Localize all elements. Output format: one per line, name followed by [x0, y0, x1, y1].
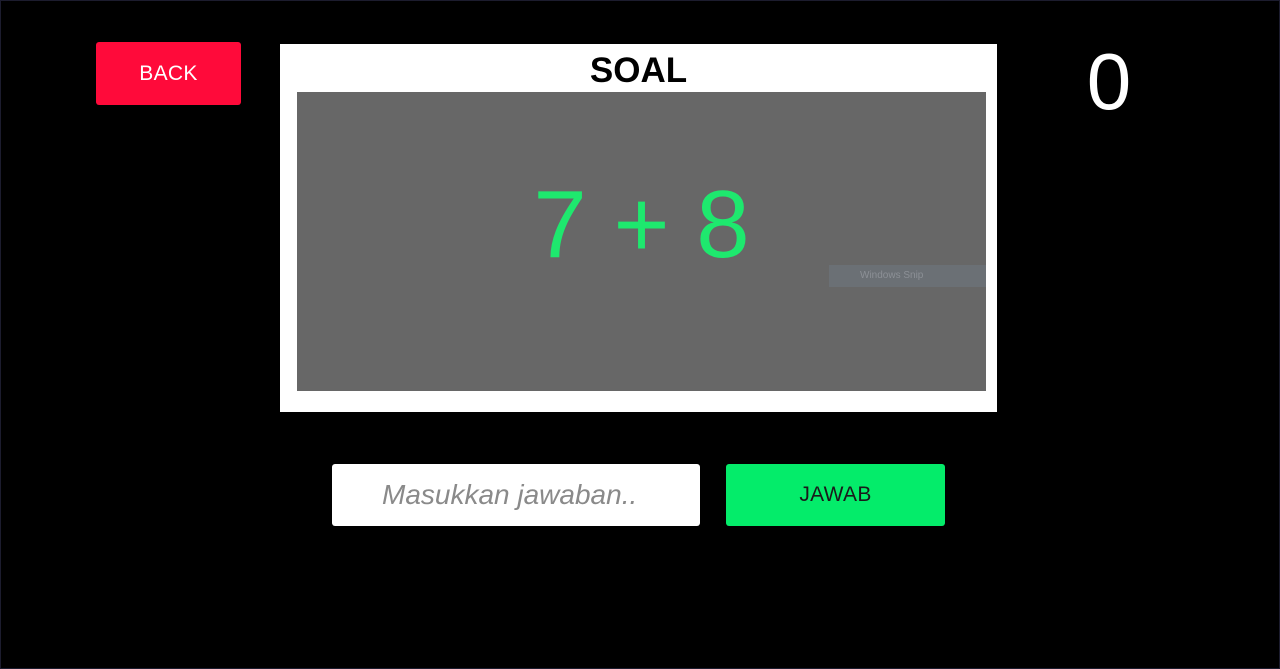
question-text: 7 + 8	[533, 171, 750, 278]
question-box: 7 + 8 Windows Snip	[297, 92, 986, 391]
submit-answer-button[interactable]: JAWAB	[726, 464, 945, 526]
question-panel-title: SOAL	[589, 51, 688, 90]
answer-input[interactable]	[332, 464, 700, 526]
score-counter: 0	[1086, 37, 1132, 126]
game-screen: BACK SOAL 7 + 8 Windows Snip 0 JAWAB	[0, 0, 1280, 669]
question-panel: SOAL 7 + 8 Windows Snip	[280, 44, 997, 412]
back-button[interactable]: BACK	[96, 42, 241, 105]
snip-overlay-label: Windows Snip	[829, 265, 986, 287]
